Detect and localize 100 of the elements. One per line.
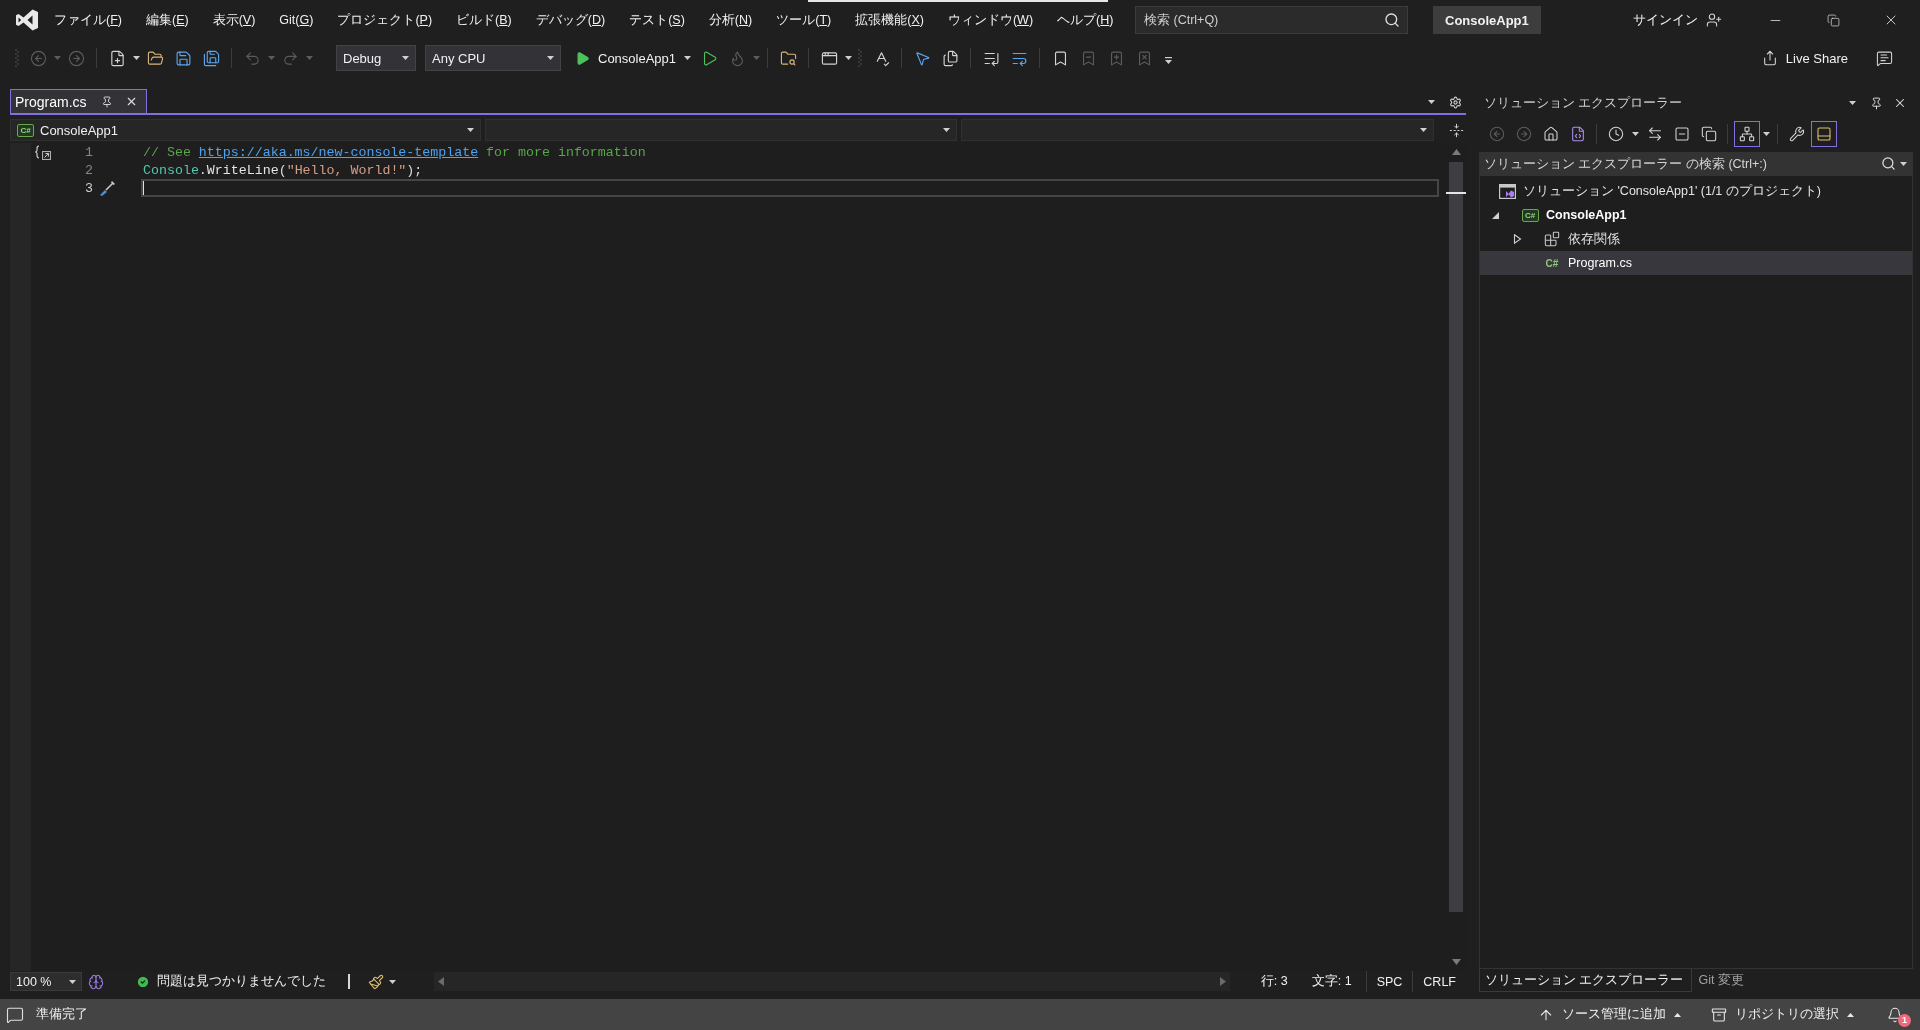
- caret-icon[interactable]: [1428, 100, 1435, 104]
- platform-dropdown[interactable]: Any CPU: [425, 45, 561, 71]
- panel-tab[interactable]: ソリューション エクスプローラー: [1479, 969, 1693, 992]
- search-icon[interactable]: [1881, 156, 1896, 171]
- tree-item[interactable]: C# ConsoleApp1: [1480, 203, 1912, 227]
- caret-icon: [467, 128, 475, 132]
- grip-handle-icon[interactable]: [858, 49, 863, 67]
- caret-icon: [1847, 1012, 1854, 1017]
- scroll-down-icon[interactable]: [1451, 959, 1461, 965]
- menu-item[interactable]: ヘルプ(H): [1045, 6, 1126, 34]
- braces-icon[interactable]: [34, 144, 52, 160]
- start-debugging-button[interactable]: ConsoleApp1: [571, 45, 696, 71]
- notification-bell-icon[interactable]: [1887, 1006, 1903, 1023]
- app-logo-icon[interactable]: [15, 9, 39, 31]
- add-to-source-control-button[interactable]: ソース管理に追加: [1534, 1001, 1685, 1028]
- toolbar-overflow-icon[interactable]: [1164, 57, 1174, 65]
- close-icon[interactable]: [1893, 96, 1907, 110]
- zoom-dropdown[interactable]: 100 %: [10, 972, 82, 991]
- scrollbar-thumb[interactable]: [1449, 162, 1463, 912]
- configuration-dropdown[interactable]: Debug: [336, 45, 416, 71]
- speech-bubble-icon[interactable]: [6, 1005, 24, 1024]
- caret-icon[interactable]: [844, 56, 852, 60]
- caret-icon[interactable]: [389, 979, 396, 984]
- menu-item[interactable]: ウィンドウ(W): [935, 6, 1046, 34]
- expanded-arrow-icon[interactable]: [1491, 210, 1500, 220]
- window-icon[interactable]: [820, 49, 838, 67]
- project-dropdown[interactable]: C# ConsoleApp1: [10, 119, 482, 141]
- live-share-button[interactable]: Live Share: [1757, 45, 1852, 71]
- open-folder-icon[interactable]: [146, 49, 164, 67]
- save-all-icon[interactable]: [202, 49, 220, 67]
- square-minus-icon[interactable]: [1673, 126, 1690, 142]
- clock-icon[interactable]: [1607, 126, 1624, 142]
- menu-item[interactable]: 編集(E): [134, 6, 201, 34]
- menu-item[interactable]: ファイル(F): [42, 6, 134, 34]
- brain-icon[interactable]: [88, 973, 104, 990]
- select-repository-button[interactable]: リポジトリの選択: [1707, 1001, 1858, 1028]
- caret-icon[interactable]: [1900, 161, 1907, 166]
- horizontal-scrollbar[interactable]: [434, 972, 1230, 991]
- settings-icon[interactable]: [1449, 95, 1462, 109]
- menu-item[interactable]: ツール(T): [764, 6, 844, 34]
- menu-item[interactable]: 分析(N): [696, 6, 765, 34]
- scroll-left-icon[interactable]: [438, 977, 444, 986]
- column-indicator[interactable]: 文字: 1: [1311, 973, 1352, 990]
- copy-icon[interactable]: [1700, 126, 1717, 142]
- save-icon[interactable]: [174, 49, 192, 67]
- solution-search-field[interactable]: ソリューション エクスプローラー の検索 (Ctrl+:): [1479, 152, 1913, 176]
- sign-in-button[interactable]: サインイン: [1631, 6, 1724, 34]
- panel-icon[interactable]: [1815, 126, 1832, 142]
- files-icon[interactable]: [941, 49, 959, 67]
- folder-search-icon[interactable]: [779, 49, 797, 67]
- menu-item[interactable]: 表示(V): [200, 6, 268, 34]
- caret-icon[interactable]: [1762, 132, 1770, 136]
- menu-item[interactable]: ビルド(B): [444, 6, 524, 34]
- issues-button[interactable]: 問題は見つかりませんでした: [136, 972, 326, 991]
- csharp-file-icon: C#: [1543, 257, 1561, 269]
- scroll-right-icon[interactable]: [1219, 977, 1226, 986]
- paintbrush-icon[interactable]: [368, 973, 384, 990]
- wrench-icon[interactable]: [1788, 126, 1805, 142]
- file-code-icon[interactable]: [1569, 126, 1586, 142]
- home-icon[interactable]: [1542, 126, 1559, 142]
- document-tab[interactable]: Program.cs: [10, 89, 147, 113]
- message-icon[interactable]: [1875, 49, 1893, 67]
- caret-icon[interactable]: [1848, 101, 1856, 105]
- tree-item[interactable]: 依存関係: [1480, 227, 1912, 251]
- menu-item[interactable]: Git(G): [267, 6, 326, 34]
- tree-item[interactable]: ソリューション 'ConsoleApp1' (1/1 のプロジェクト): [1480, 179, 1912, 203]
- whitespace-indicator[interactable]: SPC: [1365, 971, 1413, 992]
- collapsed-arrow-icon[interactable]: [1513, 234, 1522, 244]
- check-circle-icon: [136, 974, 150, 989]
- line-ending-indicator[interactable]: CRLF: [1412, 971, 1466, 992]
- arrows-left-right-icon[interactable]: [1646, 126, 1663, 142]
- file-plus-icon[interactable]: [108, 49, 126, 67]
- menu-item[interactable]: プロジェクト(P): [325, 6, 445, 34]
- line-indicator[interactable]: 行: 3: [1260, 973, 1288, 990]
- caret-icon: [684, 56, 692, 60]
- solution-icon: [1498, 183, 1516, 199]
- line-number: 3: [84, 180, 93, 196]
- caret-icon: [69, 979, 76, 984]
- caret-icon[interactable]: [1631, 132, 1639, 136]
- panel-tab[interactable]: Git 変更: [1692, 969, 1753, 992]
- status-text: 準備完了: [36, 1006, 88, 1023]
- pointer-icon[interactable]: [913, 49, 931, 67]
- caret-icon[interactable]: [132, 56, 140, 60]
- caret-icon: [402, 56, 409, 60]
- toggle-button[interactable]: [1733, 121, 1760, 147]
- pin-icon[interactable]: [1869, 96, 1883, 110]
- menu-item[interactable]: デバッグ(D): [523, 6, 618, 34]
- network-icon[interactable]: [1738, 126, 1755, 142]
- tree-item[interactable]: C# Program.cs: [1480, 251, 1912, 275]
- search-icon[interactable]: [1384, 12, 1400, 28]
- code-editor[interactable]: 1 // See https://aka.ms/new-console-template for more information 2 Console.WriteLine("Hello, World!"); 3: [10, 143, 1466, 971]
- menu-item[interactable]: テスト(S): [617, 6, 697, 34]
- scroll-up-icon[interactable]: [1451, 149, 1461, 155]
- fold-vertical-icon[interactable]: [1448, 122, 1464, 138]
- code-link[interactable]: https://aka.ms/new-console-template: [198, 144, 479, 160]
- restore-icon[interactable]: [1826, 13, 1840, 27]
- search-field[interactable]: 検索 (Ctrl+Q): [1135, 6, 1408, 34]
- toggle-button[interactable]: [1810, 121, 1837, 147]
- pin-icon[interactable]: [100, 95, 113, 108]
- menu-item[interactable]: 拡張機能(X): [843, 6, 936, 34]
